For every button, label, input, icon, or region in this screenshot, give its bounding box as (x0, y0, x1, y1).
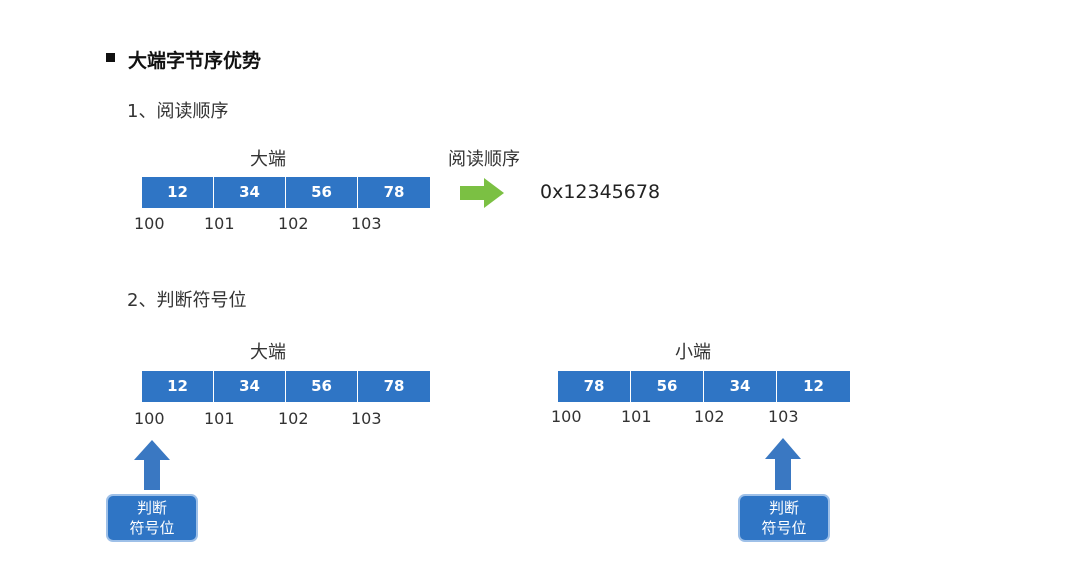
byte-cell: 78 (383, 183, 405, 201)
sign-box-line-1: 判断 (768, 499, 799, 517)
s2-little-endian-label: 小端 (675, 342, 711, 363)
sign-bit-box-big: 判断 符号位 (106, 494, 198, 542)
address-label: 101 (204, 214, 235, 233)
address-label: 101 (204, 409, 235, 428)
byte-cell: 56 (286, 177, 358, 208)
s2-big-endian-bytes: 12 34 56 78 (142, 371, 430, 402)
section-2-label: 2、判断符号位 (127, 290, 247, 311)
address-label: 102 (278, 409, 309, 428)
s1-big-endian-bytes: 12 34 56 78 (142, 177, 430, 208)
address-label: 101 (621, 407, 652, 426)
heading-bullet (106, 53, 115, 62)
read-result-value: 0x12345678 (540, 181, 661, 203)
address-label: 103 (768, 407, 799, 426)
address-label: 103 (351, 214, 382, 233)
address-label: 100 (134, 214, 165, 233)
s1-big-endian-label: 大端 (250, 149, 286, 170)
sign-bit-box-little: 判断 符号位 (738, 494, 830, 542)
address-label: 100 (551, 407, 582, 426)
sign-box-line-2: 符号位 (761, 519, 807, 537)
byte-cell: 12 (803, 377, 824, 395)
address-label: 102 (694, 407, 725, 426)
address-label: 103 (351, 409, 382, 428)
sign-box-line-1: 判断 (136, 499, 167, 517)
s2-big-endian-label: 大端 (250, 342, 286, 363)
byte-cell: 78 (383, 377, 405, 395)
up-arrow-icon (134, 440, 170, 490)
byte-cell: 34 (214, 371, 286, 402)
byte-cell: 34 (214, 177, 286, 208)
byte-cell: 12 (142, 177, 214, 208)
sign-box-line-2: 符号位 (129, 519, 175, 537)
right-arrow-icon (460, 178, 504, 208)
up-arrow-icon (765, 438, 801, 490)
byte-cell: 78 (558, 371, 631, 402)
s2-little-endian-bytes: 78 56 34 12 (558, 371, 850, 402)
reading-order-label: 阅读顺序 (448, 149, 520, 170)
byte-cell: 56 (631, 371, 704, 402)
page-title: 大端字节序优势 (128, 50, 262, 72)
address-label: 100 (134, 409, 165, 428)
address-label: 102 (278, 214, 309, 233)
byte-cell: 34 (704, 371, 777, 402)
section-1-label: 1、阅读顺序 (127, 101, 229, 122)
byte-cell: 12 (142, 371, 214, 402)
byte-cell: 56 (286, 371, 358, 402)
